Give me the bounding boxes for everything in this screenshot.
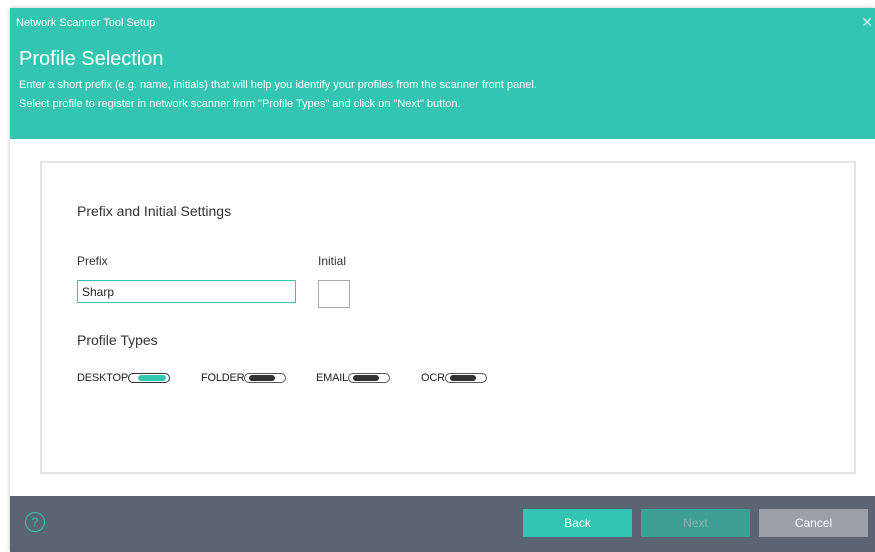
toggle-knob xyxy=(137,375,166,381)
profile-types-title: Profile Types xyxy=(77,332,158,348)
profile-toggle-ocr[interactable]: OCR xyxy=(421,372,487,384)
close-icon[interactable]: ✕ xyxy=(861,14,873,31)
toggle-switch[interactable] xyxy=(244,373,287,383)
profile-toggle-label: EMAIL xyxy=(316,372,349,384)
toggle-knob xyxy=(449,375,476,381)
initial-checkbox[interactable] xyxy=(318,280,350,308)
description-line-1: Enter a short prefix (e.g. name, initial… xyxy=(19,79,537,91)
description-line-2: Select profile to register in network sc… xyxy=(19,98,461,110)
toggle-switch[interactable] xyxy=(348,373,391,383)
window-title: Network Scanner Tool Setup xyxy=(16,17,156,29)
toggle-knob xyxy=(353,375,380,381)
settings-panel: Prefix and Initial Settings Prefix Initi… xyxy=(40,161,856,474)
prefix-settings-title: Prefix and Initial Settings xyxy=(77,203,232,219)
profile-toggle-label: OCR xyxy=(421,372,445,384)
header-banner: Network Scanner Tool Setup ✕ Profile Sel… xyxy=(10,8,875,139)
prefix-label: Prefix xyxy=(77,254,108,268)
toggle-switch[interactable] xyxy=(127,373,170,383)
cancel-button[interactable]: Cancel xyxy=(759,509,868,537)
profile-toggle-desktop[interactable]: DESKTOP xyxy=(77,372,170,384)
toggle-switch[interactable] xyxy=(444,373,487,383)
profile-toggle-folder[interactable]: FOLDER xyxy=(201,372,287,384)
profile-toggle-email[interactable]: EMAIL xyxy=(316,372,391,384)
prefix-input[interactable] xyxy=(77,280,296,303)
setup-window: Network Scanner Tool Setup ✕ Profile Sel… xyxy=(10,8,875,552)
initial-label: Initial xyxy=(318,254,347,268)
page-title: Profile Selection xyxy=(19,48,164,70)
profile-toggle-label: DESKTOP xyxy=(77,372,128,384)
back-button[interactable]: Back xyxy=(523,509,632,537)
next-button[interactable]: Next xyxy=(641,509,750,537)
profile-toggle-label: FOLDER xyxy=(201,372,245,384)
footer-bar: ? Back Next Cancel xyxy=(10,496,875,552)
help-icon[interactable]: ? xyxy=(25,512,45,532)
toggle-knob xyxy=(249,375,276,381)
